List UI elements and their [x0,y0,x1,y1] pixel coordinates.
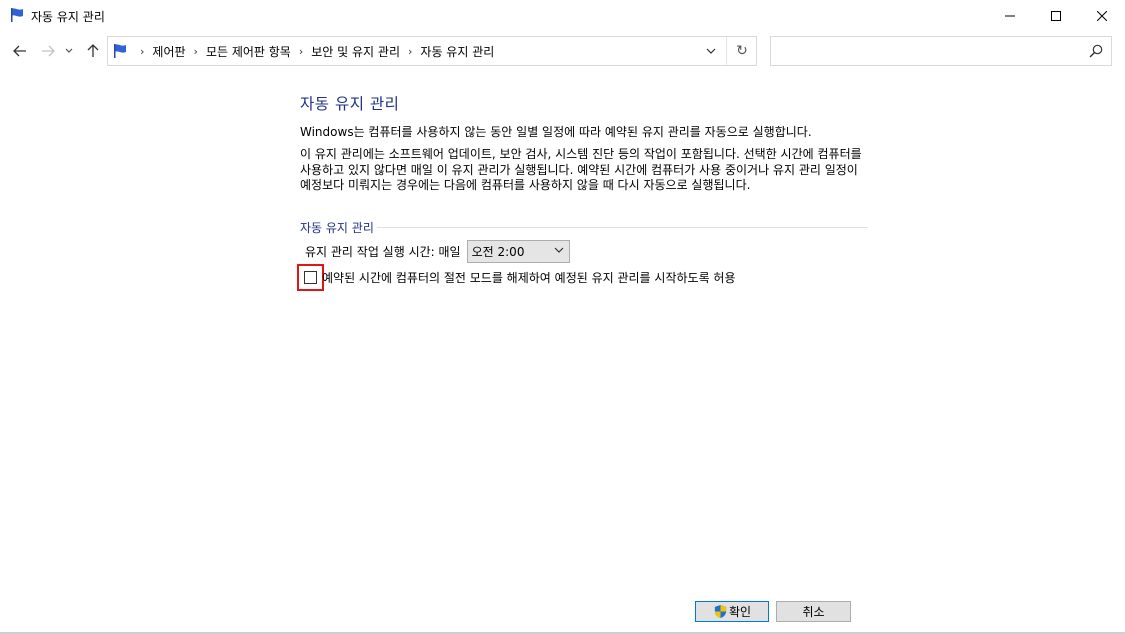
navigation-bar: › 제어판 › 모든 제어판 항목 › 보안 및 유지 관리 › 자동 유지 관… [0,31,1125,71]
divider [726,37,727,65]
divider [376,226,868,228]
chevron-down-icon [65,48,73,53]
breadcrumb-item[interactable]: 자동 유지 관리 [420,43,494,60]
ok-label: 확인 [728,605,752,619]
group-label: 자동 유지 관리 [300,220,374,235]
back-button[interactable] [9,40,31,62]
window-title: 자동 유지 관리 [31,10,105,24]
search-input[interactable] [777,42,1077,60]
title-bar: 자동 유지 관리 [0,0,1125,31]
description-text: Windows는 컴퓨터를 사용하지 않는 동안 일별 일정에 따라 예약된 유… [300,125,812,139]
breadcrumb-item[interactable]: 제어판 [152,43,185,60]
refresh-button[interactable]: ↻ [729,37,755,65]
minimize-button[interactable] [987,0,1033,31]
up-button[interactable] [82,40,104,62]
shield-icon [714,604,727,619]
schedule-row: 유지 관리 작업 실행 시간: 매일 오전 2:00 [305,240,570,263]
maximize-icon [1051,10,1061,21]
breadcrumb-item[interactable]: 모든 제어판 항목 [206,43,291,60]
refresh-icon: ↻ [736,43,748,59]
highlight-box [297,264,324,291]
search-box[interactable] [770,36,1112,66]
breadcrumb: › 제어판 › 모든 제어판 항목 › 보안 및 유지 관리 › 자동 유지 관… [132,37,494,65]
flag-icon [11,8,23,22]
chevron-down-icon [706,48,716,54]
wake-checkbox-row[interactable]: 예약된 시간에 컴퓨터의 절전 모드를 해제하여 예정된 유지 관리를 시작하도… [297,264,736,291]
ok-button[interactable]: 확인 [695,601,769,622]
page-title: 자동 유지 관리 [300,95,400,113]
breadcrumb-separator[interactable]: › [194,45,198,58]
wake-checkbox-label[interactable]: 예약된 시간에 컴퓨터의 절전 모드를 해제하여 예정된 유지 관리를 시작하도… [322,269,736,286]
schedule-time-value: 오전 2:00 [471,245,525,259]
arrow-right-icon [42,45,55,57]
close-button[interactable] [1079,0,1125,31]
minimize-icon [1005,15,1015,16]
group-header: 자동 유지 관리 [300,219,868,235]
address-bar[interactable]: › 제어판 › 모든 제어판 항목 › 보안 및 유지 관리 › 자동 유지 관… [107,36,757,66]
wake-checkbox[interactable] [304,271,317,284]
flag-icon [114,44,126,58]
arrow-up-icon [87,44,99,57]
description-text: 이 유지 관리에는 소프트웨어 업데이트, 보안 검사, 시스템 진단 등의 작… [300,147,862,192]
close-icon [1097,10,1107,21]
search-icon[interactable] [1089,44,1103,58]
recent-locations-button[interactable] [62,40,76,62]
main-content: 자동 유지 관리 Windows는 컴퓨터를 사용하지 않는 동안 일별 일정에… [300,92,870,194]
forward-button[interactable] [37,40,59,62]
arrow-left-icon [13,45,26,57]
address-history-button[interactable] [699,37,723,65]
maximize-button[interactable] [1033,0,1079,31]
chevron-down-icon [554,247,564,253]
breadcrumb-separator[interactable]: › [408,45,412,58]
schedule-time-select[interactable]: 오전 2:00 [466,240,570,263]
schedule-label: 유지 관리 작업 실행 시간: 매일 [305,245,461,259]
breadcrumb-separator[interactable]: › [299,45,303,58]
breadcrumb-item[interactable]: 보안 및 유지 관리 [311,43,400,60]
cancel-label: 취소 [802,605,825,619]
cancel-button[interactable]: 취소 [776,601,851,622]
breadcrumb-separator[interactable]: › [140,45,144,58]
